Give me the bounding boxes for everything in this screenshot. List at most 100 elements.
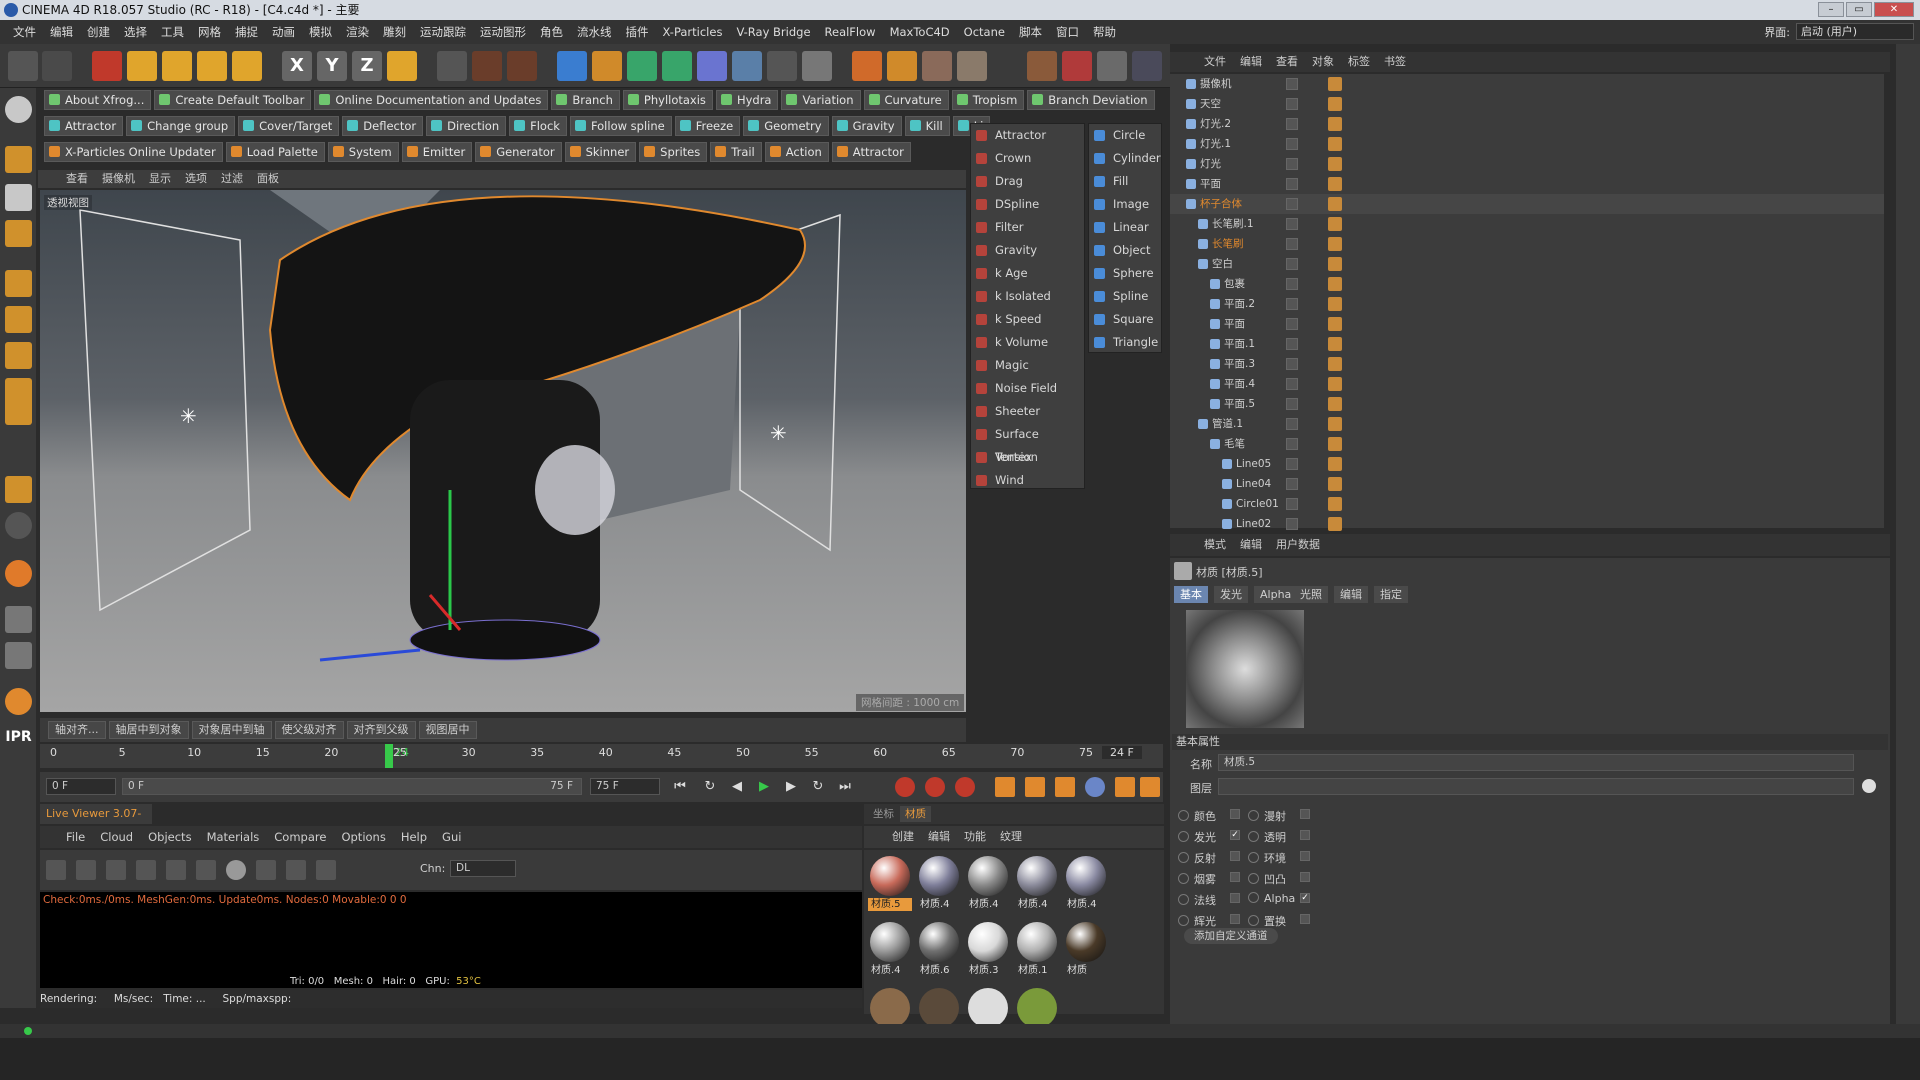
tag-icon[interactable] xyxy=(1328,337,1342,351)
menu-item-21[interactable]: 脚本 xyxy=(1012,20,1049,44)
tag-icon[interactable] xyxy=(1328,517,1342,531)
key-scale-icon[interactable] xyxy=(1025,777,1045,797)
xp-skinner-icon[interactable] xyxy=(957,51,987,81)
lv-menu-item[interactable]: Gui xyxy=(442,826,461,848)
channel-toggle[interactable]: 法线 xyxy=(1178,892,1240,908)
object-row[interactable]: 杯子合体 xyxy=(1170,194,1884,214)
channel-checkbox[interactable] xyxy=(1300,914,1310,924)
tweak-icon[interactable] xyxy=(5,476,32,503)
xp-modifier-item[interactable]: Drag xyxy=(971,170,1084,193)
viewport-menu-item[interactable]: 摄像机 xyxy=(102,170,135,188)
name-field[interactable]: 材质.5 xyxy=(1218,754,1854,771)
add-custom-channel-button[interactable]: 添加自定义通道 xyxy=(1184,928,1278,944)
tag-icon[interactable] xyxy=(1328,457,1342,471)
tag-icon[interactable] xyxy=(1328,217,1342,231)
xp-shape-item[interactable]: Sphere xyxy=(1089,262,1161,285)
menu-item-6[interactable]: 捕捉 xyxy=(228,20,265,44)
current-frame-field[interactable]: 24 F xyxy=(1102,746,1142,759)
channel-checkbox[interactable] xyxy=(1230,914,1240,924)
goto-start-icon[interactable]: ⏮ xyxy=(670,777,690,797)
keyframe-selection-icon[interactable] xyxy=(955,777,975,797)
menu-item-18[interactable]: RealFlow xyxy=(818,20,883,44)
menu-item-7[interactable]: 动画 xyxy=(265,20,302,44)
tag-icon[interactable] xyxy=(1328,197,1342,211)
viewport-menu-item[interactable]: 查看 xyxy=(66,170,88,188)
ipr-button[interactable]: IPR xyxy=(5,724,32,751)
tag-icon[interactable] xyxy=(1328,377,1342,391)
ribbon1-item-5[interactable]: Hydra xyxy=(715,90,779,110)
tag-icon[interactable] xyxy=(1328,157,1342,171)
lv-channel-select[interactable]: DL xyxy=(450,860,516,877)
magnet-icon[interactable] xyxy=(5,560,32,587)
step-back-icon[interactable]: ◀ xyxy=(727,777,747,797)
lv-refresh-icon[interactable] xyxy=(76,860,96,880)
attr-tab[interactable]: 光照 xyxy=(1294,586,1328,603)
attr-menu-item[interactable]: 用户数据 xyxy=(1276,534,1320,556)
channel-toggle[interactable]: 置换 xyxy=(1248,913,1310,929)
material-swatch[interactable]: 材质.4 xyxy=(966,854,1010,910)
channel-checkbox[interactable] xyxy=(1300,872,1310,882)
xp-shape-item[interactable]: Image xyxy=(1089,193,1161,216)
ribbon1-item-8[interactable]: Tropism xyxy=(951,90,1025,110)
tag-icon[interactable] xyxy=(1328,397,1342,411)
xp-modifier-item[interactable]: Surface Tension xyxy=(971,423,1084,464)
lv-material-icon[interactable] xyxy=(226,860,246,880)
lv-menu-item[interactable]: Help xyxy=(401,826,427,848)
channel-toggle[interactable]: 辉光 xyxy=(1178,913,1240,929)
object-mode-icon[interactable] xyxy=(5,146,32,173)
ribbon3-item-9[interactable]: Attractor xyxy=(831,142,911,162)
object-row[interactable]: Line05 xyxy=(1170,454,1884,474)
attr-tab[interactable]: 编辑 xyxy=(1334,586,1368,603)
visibility-toggle[interactable] xyxy=(1286,358,1298,370)
material-swatch[interactable]: 材质.5 xyxy=(868,854,912,911)
ribbon3-item-3[interactable]: Emitter xyxy=(401,142,473,162)
visibility-toggle[interactable] xyxy=(1286,458,1298,470)
menu-item-4[interactable]: 工具 xyxy=(154,20,191,44)
visibility-toggle[interactable] xyxy=(1286,118,1298,130)
menu-item-16[interactable]: X-Particles xyxy=(656,20,730,44)
channel-toggle[interactable]: 环境 xyxy=(1248,850,1310,866)
tag-icon[interactable] xyxy=(1328,497,1342,511)
cube-icon[interactable] xyxy=(557,51,587,81)
menu-item-20[interactable]: Octane xyxy=(957,20,1012,44)
material-swatch[interactable]: 材质.3 xyxy=(966,920,1010,976)
tag-icon[interactable] xyxy=(1328,237,1342,251)
lv-pick-icon[interactable] xyxy=(286,860,306,880)
layout-dropdown[interactable]: 启动 (用户) xyxy=(1796,23,1914,40)
record-icon[interactable] xyxy=(895,777,915,797)
transform-icon[interactable] xyxy=(232,51,262,81)
xp-emitter-icon[interactable] xyxy=(887,51,917,81)
coordinate-system-icon[interactable] xyxy=(387,51,417,81)
floor-icon[interactable] xyxy=(732,51,762,81)
xp-shape-item[interactable]: Linear xyxy=(1089,216,1161,239)
xp-modifier-item[interactable]: Sheeter xyxy=(971,400,1084,423)
object-row[interactable]: 灯光 xyxy=(1170,154,1884,174)
material-preview[interactable] xyxy=(1186,610,1304,728)
visibility-toggle[interactable] xyxy=(1286,158,1298,170)
ribbon1-item-1[interactable]: Create Default Toolbar xyxy=(154,90,312,110)
ribbon2-item-9[interactable]: Gravity xyxy=(831,116,902,136)
object-row[interactable]: 长笔刷 xyxy=(1170,234,1884,254)
bomb-icon[interactable] xyxy=(992,51,1022,81)
ribbon1-item-0[interactable]: About Xfrog... xyxy=(44,90,152,110)
lv-start-icon[interactable] xyxy=(46,860,66,880)
object-row[interactable]: 灯光.2 xyxy=(1170,114,1884,134)
visibility-toggle[interactable] xyxy=(1286,518,1298,530)
channel-toggle[interactable]: 颜色 xyxy=(1178,808,1240,824)
channel-checkbox[interactable] xyxy=(1230,809,1240,819)
lv-menu-item[interactable]: Cloud xyxy=(100,826,133,848)
viewport-menu-item[interactable]: 面板 xyxy=(257,170,279,188)
playhead[interactable] xyxy=(385,744,393,768)
ribbon2-item-6[interactable]: Follow spline xyxy=(569,116,672,136)
ribbon1-item-4[interactable]: Phyllotaxis xyxy=(622,90,713,110)
close-button[interactable]: ✕ xyxy=(1874,2,1914,17)
loop-forward-icon[interactable]: ↻ xyxy=(808,777,828,797)
step-forward-icon[interactable]: ▶ xyxy=(781,777,801,797)
xp-system-icon[interactable] xyxy=(852,51,882,81)
camera-icon[interactable] xyxy=(767,51,797,81)
redo-icon[interactable] xyxy=(42,51,72,81)
visibility-toggle[interactable] xyxy=(1286,378,1298,390)
z-axis-icon[interactable]: Z xyxy=(352,51,382,81)
channel-toggle[interactable]: 反射 xyxy=(1178,850,1240,866)
xp-modifier-item[interactable]: Gravity xyxy=(971,239,1084,262)
